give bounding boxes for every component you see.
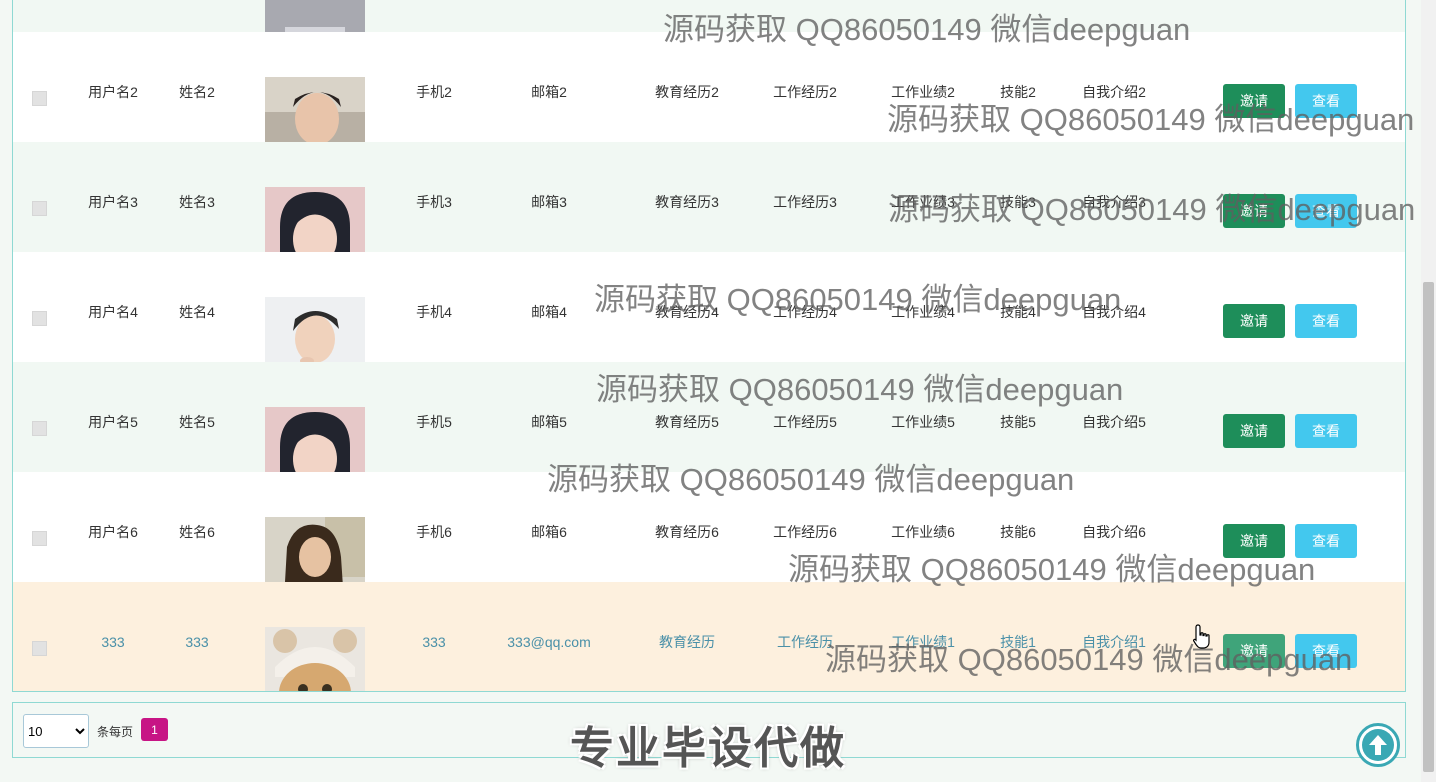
cell-phone: 333	[422, 634, 446, 650]
per-page-label: 条每页	[97, 725, 134, 739]
cell-education: 教育经历2	[655, 84, 719, 100]
cell-intro: 自我介绍1	[1082, 634, 1146, 650]
cell-name: 姓名6	[179, 524, 215, 540]
row-checkbox[interactable]	[32, 201, 47, 216]
cell-username: 333	[101, 634, 125, 650]
cell-email: 邮箱4	[531, 304, 567, 320]
cell-intro: 自我介绍6	[1082, 524, 1146, 540]
arrow-up-circle-icon	[1362, 729, 1394, 761]
table-row: 用户名4 姓名4 手机4 邮箱4 教育经历4 工作经历4 工作业绩4 技能4 自我介绍4 邀请 查看	[13, 252, 1405, 397]
cell-username: 用户名5	[88, 414, 138, 430]
cell-work-history: 工作经历2	[773, 84, 837, 100]
row-checkbox[interactable]	[32, 531, 47, 546]
cell-work-history: 工作经历	[777, 634, 833, 650]
cell-intro: 自我介绍2	[1082, 84, 1146, 100]
invite-button[interactable]: 邀请	[1223, 84, 1285, 118]
cell-phone: 手机6	[416, 524, 452, 540]
view-button[interactable]: 查看	[1295, 524, 1357, 558]
cell-achievements: 工作业绩2	[891, 84, 955, 100]
cell-skills: 技能1	[1000, 634, 1036, 650]
table-row-partial	[13, 0, 1405, 67]
cell-name: 姓名3	[179, 194, 215, 210]
table-row: 用户名6 姓名6 手机6 邮箱6 教育经历6 工作经历6 工作业绩6 技能6 自我介绍6 邀请 查看	[13, 472, 1405, 617]
cell-email: 邮箱2	[531, 84, 567, 100]
cell-education: 教育经历5	[655, 414, 719, 430]
cell-email: 邮箱5	[531, 414, 567, 430]
cell-username: 用户名6	[88, 524, 138, 540]
cell-name: 333	[185, 634, 209, 650]
invite-button[interactable]: 邀请	[1223, 634, 1285, 668]
table-row: 用户名5 姓名5 手机5 邮箱5 教育经历5 工作经历5 工作业绩5 技能5 自我介绍5 邀请 查看	[13, 362, 1405, 507]
cell-phone: 手机3	[416, 194, 452, 210]
cell-phone: 手机5	[416, 414, 452, 430]
view-button[interactable]: 查看	[1295, 634, 1357, 668]
invite-button[interactable]: 邀请	[1223, 194, 1285, 228]
cell-phone: 手机2	[416, 84, 452, 100]
cell-username: 用户名2	[88, 84, 138, 100]
invite-button[interactable]: 邀请	[1223, 524, 1285, 558]
cell-education: 教育经历4	[655, 304, 719, 320]
cell-intro: 自我介绍4	[1082, 304, 1146, 320]
scrollbar-thumb[interactable]	[1423, 282, 1434, 772]
cell-skills: 技能5	[1000, 414, 1036, 430]
cell-username: 用户名3	[88, 194, 138, 210]
view-button[interactable]: 查看	[1295, 414, 1357, 448]
row-checkbox[interactable]	[32, 421, 47, 436]
cell-intro: 自我介绍3	[1082, 194, 1146, 210]
cell-education: 教育经历	[659, 634, 715, 650]
cell-name: 姓名2	[179, 84, 215, 100]
cell-intro: 自我介绍5	[1082, 414, 1146, 430]
back-to-top-button[interactable]	[1356, 723, 1400, 767]
cell-skills: 技能3	[1000, 194, 1036, 210]
cell-work-history: 工作经历5	[773, 414, 837, 430]
cell-phone: 手机4	[416, 304, 452, 320]
cell-achievements: 工作业绩6	[891, 524, 955, 540]
cell-skills: 技能2	[1000, 84, 1036, 100]
view-button[interactable]: 查看	[1295, 194, 1357, 228]
cell-name: 姓名5	[179, 414, 215, 430]
cell-education: 教育经历6	[655, 524, 719, 540]
cell-work-history: 工作经历3	[773, 194, 837, 210]
row-checkbox[interactable]	[32, 641, 47, 656]
cell-username: 用户名4	[88, 304, 138, 320]
cell-email: 333@qq.com	[507, 634, 591, 650]
cell-email: 邮箱6	[531, 524, 567, 540]
row-checkbox[interactable]	[32, 91, 47, 106]
table-row: 用户名3 姓名3 手机3 邮箱3 教育经历3 工作经历3 工作业绩3 技能3 自我介绍3 邀请 查看	[13, 142, 1405, 287]
cell-achievements: 工作业绩5	[891, 414, 955, 430]
cell-achievements: 工作业绩4	[891, 304, 955, 320]
row-checkbox[interactable]	[32, 311, 47, 326]
cell-email: 邮箱3	[531, 194, 567, 210]
data-table: MJ用户名2姓名2手机2邮箱2教育经历2工作经历2工作业绩2技能2自我介绍2邀请…	[12, 0, 1406, 692]
cell-work-history: 工作经历6	[773, 524, 837, 540]
cell-name: 姓名4	[179, 304, 215, 320]
cell-achievements: 工作业绩1	[891, 634, 955, 650]
table-row: MJ用户名2姓名2手机2邮箱2教育经历2工作经历2工作业绩2技能2自我介绍2邀请…	[13, 32, 1405, 177]
view-button[interactable]: 查看	[1295, 84, 1357, 118]
invite-button[interactable]: 邀请	[1223, 304, 1285, 338]
promo-banner: 专业毕设代做	[570, 724, 846, 773]
cell-education: 教育经历3	[655, 194, 719, 210]
page-size-select[interactable]: 10	[23, 714, 89, 748]
cell-skills: 技能4	[1000, 304, 1036, 320]
cell-work-history: 工作经历4	[773, 304, 837, 320]
cell-skills: 技能6	[1000, 524, 1036, 540]
cell-achievements: 工作业绩3	[891, 194, 955, 210]
view-button[interactable]: 查看	[1295, 304, 1357, 338]
user-photo	[265, 627, 365, 691]
hand-pointer-icon	[1193, 624, 1210, 649]
invite-button[interactable]: 邀请	[1223, 414, 1285, 448]
page-button-current[interactable]: 1	[141, 718, 168, 741]
